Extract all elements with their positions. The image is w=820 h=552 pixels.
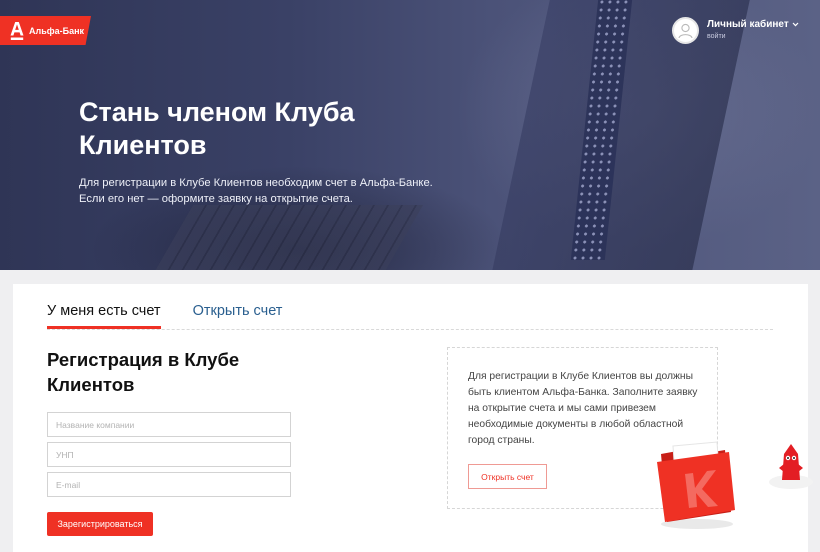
form-title: Регистрация в Клубе Клиентов: [47, 349, 240, 395]
hero-photo-laptop: [146, 205, 424, 270]
register-button[interactable]: Зарегистрироваться: [47, 512, 153, 536]
page-title: Стань членом Клуба Клиентов: [79, 97, 355, 160]
email-field[interactable]: [47, 472, 291, 497]
alfa-a-icon: [10, 21, 24, 41]
brand-name: Альфа-Банк: [29, 25, 85, 36]
mascot-icon[interactable]: [768, 440, 814, 490]
account-tabs: У меня есть счет Открыть счет: [47, 303, 773, 330]
company-name-field[interactable]: [47, 412, 291, 437]
open-account-button[interactable]: Открыть счет: [468, 464, 547, 489]
tab-open-account[interactable]: Открыть счет: [193, 303, 283, 329]
folder-icon: [655, 440, 737, 530]
cabinet-login-link[interactable]: войти: [707, 33, 799, 40]
chevron-down-icon: [792, 19, 799, 30]
info-text: Для регистрации в Клубе Клиентов вы долж…: [468, 371, 698, 446]
cabinet-title-label: Личный кабинет: [707, 19, 789, 30]
user-avatar-icon: [672, 17, 699, 44]
unp-field[interactable]: [47, 442, 291, 467]
tab-have-account[interactable]: У меня есть счет: [47, 303, 161, 329]
cabinet-title[interactable]: Личный кабинет: [707, 19, 799, 30]
personal-cabinet[interactable]: Личный кабинет войти: [672, 17, 799, 44]
hero-description: Для регистрации в Клубе Клиентов необход…: [79, 177, 433, 205]
brand-logo[interactable]: Альфа-Банк: [0, 16, 91, 45]
hero-banner: Альфа-Банк Личный кабинет войти Стань чл…: [0, 0, 820, 270]
